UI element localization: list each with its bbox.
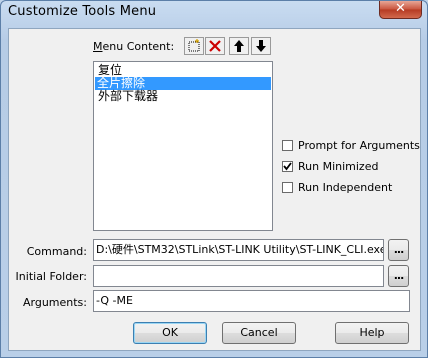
run-independent-label: Run Independent — [298, 181, 393, 194]
move-up-button[interactable] — [229, 37, 249, 55]
command-label: Command: — [26, 245, 87, 258]
move-down-button[interactable] — [251, 37, 271, 55]
run-independent-checkbox[interactable] — [282, 182, 293, 193]
menu-content-label: Menu Content: — [93, 40, 175, 53]
dialog-body: Menu Content: 复位 全片擦除 外部下载器 Prompt for A… — [8, 28, 421, 351]
initial-folder-browse-button[interactable]: ... — [388, 265, 409, 287]
close-icon: ✕ — [395, 1, 406, 16]
new-item-icon — [188, 39, 200, 52]
window-title: Customize Tools Menu — [8, 4, 157, 19]
arguments-label: Arguments: — [22, 296, 87, 309]
initial-folder-label: Initial Folder: — [15, 270, 87, 283]
run-minimized-checkbox[interactable] — [282, 161, 293, 172]
initial-folder-field[interactable] — [93, 265, 384, 287]
move-down-icon — [256, 40, 266, 52]
help-button[interactable]: Help — [335, 322, 409, 344]
prompt-for-arguments-label: Prompt for Arguments — [298, 139, 420, 152]
delete-icon — [209, 40, 221, 52]
delete-button[interactable] — [205, 37, 225, 55]
cancel-button[interactable]: Cancel — [222, 322, 296, 344]
prompt-for-arguments-checkbox[interactable] — [282, 140, 293, 151]
checkmark-icon — [283, 162, 292, 171]
new-item-button[interactable] — [184, 37, 204, 55]
run-minimized-label: Run Minimized — [298, 160, 379, 173]
ok-button[interactable]: OK — [133, 322, 207, 344]
arguments-field[interactable]: -Q -ME — [93, 290, 410, 312]
dialog-window: Customize Tools Menu ✕ Menu Content: 复位 … — [0, 0, 428, 358]
close-button[interactable]: ✕ — [379, 1, 422, 19]
list-item[interactable]: 外部下载器 — [96, 90, 160, 103]
move-up-icon — [234, 40, 244, 52]
command-field[interactable]: D:\硬件\STM32\STLink\ST-LINK Utility\ST-LI… — [93, 239, 384, 261]
command-browse-button[interactable]: ... — [388, 239, 409, 261]
menu-content-list[interactable]: 复位 全片擦除 外部下载器 — [93, 61, 273, 231]
